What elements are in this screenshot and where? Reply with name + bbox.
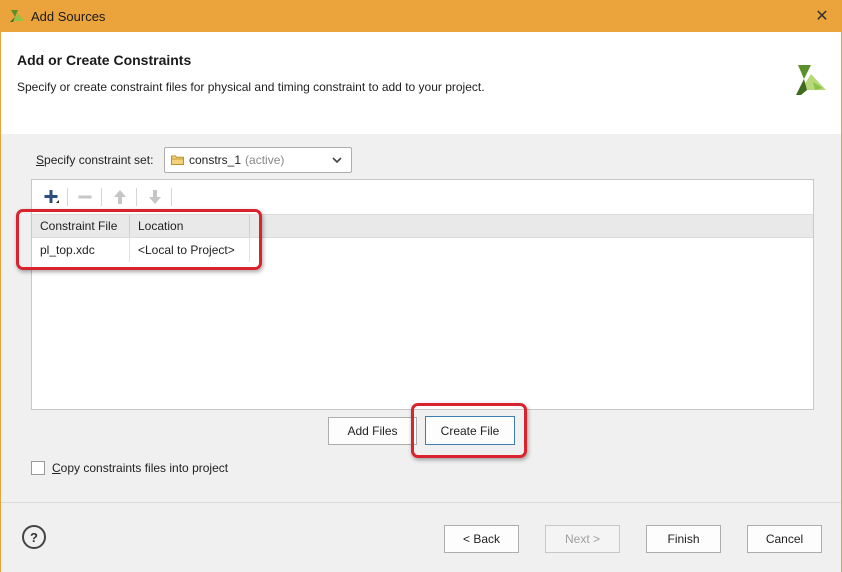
- move-down-button[interactable]: [144, 186, 166, 208]
- close-button[interactable]: ✕: [811, 6, 833, 26]
- move-up-button[interactable]: [109, 186, 131, 208]
- table-row[interactable]: pl_top.xdc <Local to Project>: [32, 238, 813, 262]
- add-files-button[interactable]: Add Files: [328, 417, 417, 445]
- remove-button[interactable]: [74, 186, 96, 208]
- constraint-set-status: (active): [245, 153, 285, 167]
- toolbar-divider: [136, 188, 137, 206]
- cell-constraint-file: pl_top.xdc: [32, 238, 130, 262]
- finish-button[interactable]: Finish: [646, 525, 721, 553]
- toolbar-divider: [171, 188, 172, 206]
- close-icon: ✕: [815, 8, 829, 25]
- constraint-set-label: Specify constraint set:: [36, 153, 154, 167]
- cancel-button[interactable]: Cancel: [747, 525, 822, 553]
- page-title: Add or Create Constraints: [17, 52, 192, 68]
- page-header: Add or Create Constraints Specify or cre…: [1, 32, 841, 134]
- dialog-footer: ? < Back Next > Finish Cancel: [1, 502, 841, 572]
- create-file-button[interactable]: Create File: [425, 416, 515, 445]
- table-header: Constraint File Location: [32, 214, 813, 238]
- copy-constraints-checkbox[interactable]: [31, 461, 45, 475]
- vivado-logo-icon: [796, 65, 826, 95]
- page-description: Specify or create constraint files for p…: [17, 80, 485, 94]
- folder-icon: [171, 155, 184, 165]
- constraint-set-value: constrs_1: [189, 153, 242, 167]
- toolbar-divider: [101, 188, 102, 206]
- cell-location: <Local to Project>: [130, 238, 250, 262]
- constraint-set-select[interactable]: constrs_1 (active): [164, 147, 352, 173]
- title-bar: Add Sources ✕: [1, 1, 841, 32]
- column-header-location[interactable]: Location: [130, 215, 250, 237]
- copy-constraints-label: Copy constraints files into project: [52, 461, 229, 475]
- vivado-logo-icon: [10, 10, 24, 22]
- constraint-files-panel: Constraint File Location pl_top.xdc <Loc…: [31, 179, 814, 410]
- move-down-icon: [149, 190, 161, 204]
- help-icon: ?: [30, 529, 38, 545]
- next-button[interactable]: Next >: [545, 525, 620, 553]
- copy-constraints-option[interactable]: Copy constraints files into project: [31, 461, 228, 475]
- remove-icon: [78, 195, 92, 199]
- back-button[interactable]: < Back: [444, 525, 519, 553]
- add-button[interactable]: [40, 186, 62, 208]
- file-toolbar: [32, 180, 813, 214]
- add-icon: [44, 190, 59, 203]
- column-header-constraint-file[interactable]: Constraint File: [32, 215, 130, 237]
- help-button[interactable]: ?: [22, 525, 46, 549]
- toolbar-divider: [67, 188, 68, 206]
- move-up-icon: [114, 190, 126, 204]
- window-title: Add Sources: [31, 9, 106, 24]
- chevron-down-icon: [332, 157, 342, 164]
- add-sources-dialog: Add Sources ✕ Add or Create Constraints …: [0, 0, 842, 572]
